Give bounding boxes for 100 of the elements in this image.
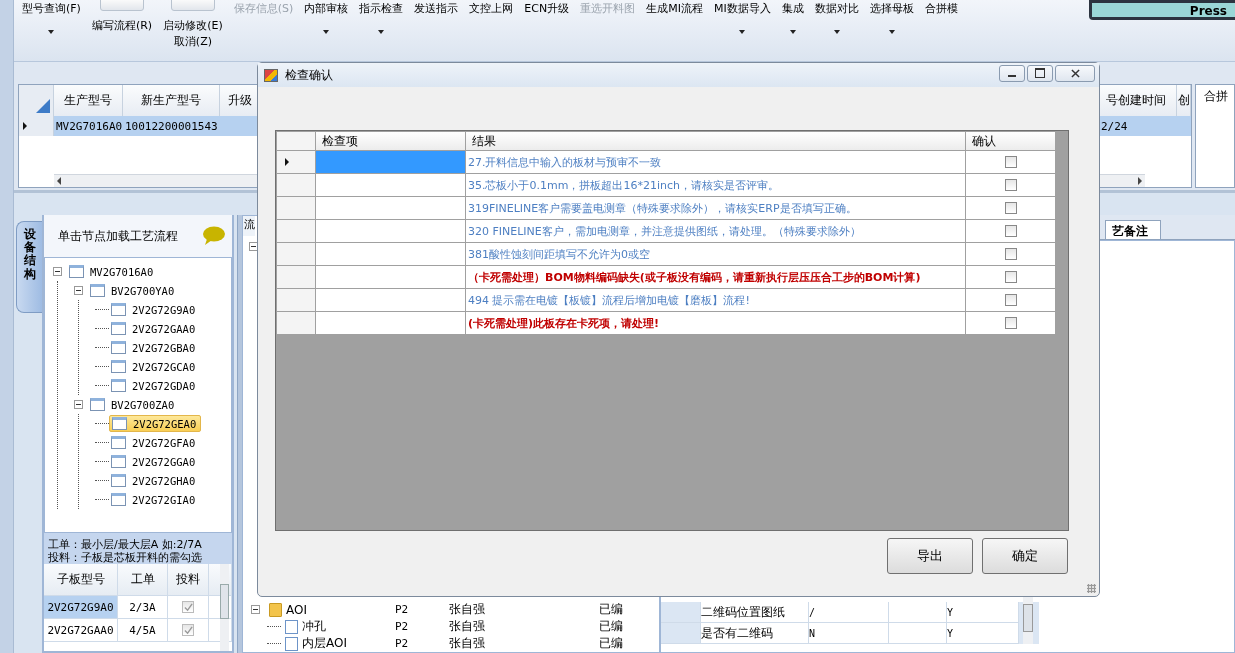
- dialog-button[interactable]: 确定: [982, 538, 1068, 574]
- window-icon: [69, 265, 84, 278]
- tree-node[interactable]: 2V2G72GGA0: [109, 454, 200, 469]
- table-cell-text: P2: [395, 620, 410, 633]
- table-cell: Y: [947, 602, 1019, 622]
- table-cell-text: 10012200001543: [124, 118, 219, 135]
- tree-node[interactable]: 2V2G72GHA0: [109, 473, 200, 488]
- collapse-icon[interactable]: [74, 286, 83, 295]
- hint-text: 投料：子板是芯板开料的需勾选: [48, 551, 203, 564]
- toolbar-button[interactable]: 选择母板: [869, 1, 914, 17]
- tree-node[interactable]: 2V2G72GDA0: [109, 378, 200, 393]
- toolbar-button[interactable]: 数据对比: [814, 1, 859, 17]
- tree-node[interactable]: 2V2G72GAA0: [109, 321, 200, 336]
- tree-node[interactable]: 2V2G72GBA0: [109, 340, 200, 355]
- caret-icon[interactable]: [48, 30, 55, 34]
- table-cell[interactable]: [316, 151, 466, 174]
- tree-node[interactable]: 2V2G72GFA0: [109, 435, 200, 450]
- checkbox[interactable]: [1004, 225, 1017, 237]
- tree-node[interactable]: BV2G700YA0: [88, 283, 179, 298]
- row-header[interactable]: [277, 243, 316, 266]
- checkbox[interactable]: [182, 601, 194, 613]
- row-header[interactable]: [277, 312, 316, 335]
- toolbar-button[interactable]: 内部审核: [304, 1, 349, 17]
- collapse-icon[interactable]: [53, 267, 62, 276]
- caret-icon[interactable]: [888, 30, 895, 34]
- row-header[interactable]: [277, 220, 316, 243]
- toolbar-button[interactable]: MI数据导入: [713, 1, 771, 17]
- collapse-icon[interactable]: [251, 605, 260, 614]
- resize-grip-icon[interactable]: [1087, 584, 1096, 593]
- panel-title: 合拼: [1204, 89, 1228, 103]
- toolbar-button[interactable]: 指示检查: [359, 1, 404, 17]
- toolbar-button[interactable]: 生成MI流程: [646, 1, 703, 17]
- column-header[interactable]: 子板型号: [44, 564, 118, 595]
- caret-icon[interactable]: [323, 30, 330, 34]
- table-cell[interactable]: [316, 312, 466, 335]
- maximize-icon[interactable]: [1027, 64, 1053, 82]
- caret-icon[interactable]: [789, 30, 796, 34]
- table-cell: (卡死需处理)此板存在卡死项，请处理!: [466, 312, 966, 335]
- caret-icon[interactable]: [833, 30, 840, 34]
- row-header[interactable]: [277, 151, 316, 174]
- close-icon[interactable]: [1055, 64, 1095, 82]
- toolbar-button[interactable]: 编写流程(R): [91, 18, 153, 34]
- row-header[interactable]: [19, 116, 54, 136]
- tree-node[interactable]: 内层AOI: [302, 635, 347, 652]
- tree-node[interactable]: 2V2G72GCA0: [109, 359, 200, 374]
- window-icon: [111, 455, 126, 468]
- row-header[interactable]: [277, 174, 316, 197]
- table-cell-text: 2/24: [1100, 118, 1129, 135]
- column-header[interactable]: 工单: [118, 564, 168, 595]
- collapse-icon[interactable]: [74, 400, 83, 409]
- table-cell-text: 张自强: [449, 635, 486, 652]
- table-cell: 二维码位置图纸: [701, 602, 809, 622]
- window-icon: [111, 322, 126, 335]
- row-header[interactable]: [277, 289, 316, 312]
- row-header[interactable]: [277, 266, 316, 289]
- toolbar-button[interactable]: 合拼模: [924, 1, 958, 17]
- tree-node[interactable]: 2V2G72GEA0: [109, 415, 202, 432]
- tree-node[interactable]: 冲孔: [302, 618, 326, 635]
- tree-node[interactable]: AOI: [286, 602, 307, 617]
- tree-node[interactable]: MV2G7016A0: [67, 264, 158, 279]
- toolbar-button[interactable]: 集成: [781, 1, 804, 17]
- table-cell: 2V2G72G9A0: [44, 596, 118, 618]
- table-cell-text: 已编: [599, 635, 624, 652]
- dialog-button[interactable]: 导出: [887, 538, 973, 574]
- toolbar-button[interactable]: 型号查询(F): [22, 1, 81, 17]
- table-cell-text: 已编: [599, 601, 624, 618]
- tree-node[interactable]: 2V2G72G9A0: [109, 302, 200, 317]
- checkbox[interactable]: [1004, 271, 1017, 283]
- toolbar-button[interactable]: 启动修改(E): [163, 18, 223, 34]
- speech-bubble-icon: [202, 226, 226, 246]
- table-cell: /: [809, 602, 889, 622]
- toolbar-button[interactable]: ECN升级: [524, 1, 570, 17]
- column-header[interactable]: 投料: [168, 564, 209, 595]
- checkbox[interactable]: [1004, 202, 1017, 214]
- scrollbar[interactable]: [220, 564, 229, 651]
- row-header[interactable]: [277, 197, 316, 220]
- tree-node[interactable]: 2V2G72GIA0: [109, 492, 200, 507]
- checkbox[interactable]: [182, 624, 194, 636]
- window-icon: [111, 303, 126, 316]
- window-icon: [111, 493, 126, 506]
- window-icon: [111, 379, 126, 392]
- toolbar-button[interactable]: 发送指示: [414, 1, 459, 17]
- row-pointer-icon: [285, 158, 289, 166]
- checkbox[interactable]: [1004, 156, 1017, 168]
- vertical-tab[interactable]: 设备结构: [16, 221, 42, 313]
- caret-icon[interactable]: [739, 30, 746, 34]
- table-cell-text: P2: [395, 637, 410, 650]
- toolbar-button[interactable]: 文控上网: [469, 1, 514, 17]
- tab[interactable]: 艺备注: [1105, 220, 1161, 239]
- checkbox[interactable]: [1004, 317, 1017, 329]
- checkbox[interactable]: [1004, 248, 1017, 260]
- tree-node[interactable]: BV2G700ZA0: [88, 397, 179, 412]
- column-header[interactable]: [277, 132, 316, 151]
- minimize-icon[interactable]: [999, 64, 1025, 82]
- checkbox[interactable]: [1004, 294, 1017, 306]
- table-cell-text: P2: [395, 603, 410, 616]
- toolbar-button[interactable]: 取消(Z): [173, 34, 212, 50]
- tab[interactable]: 流: [243, 216, 255, 236]
- caret-icon[interactable]: [378, 30, 385, 34]
- checkbox[interactable]: [1004, 179, 1017, 191]
